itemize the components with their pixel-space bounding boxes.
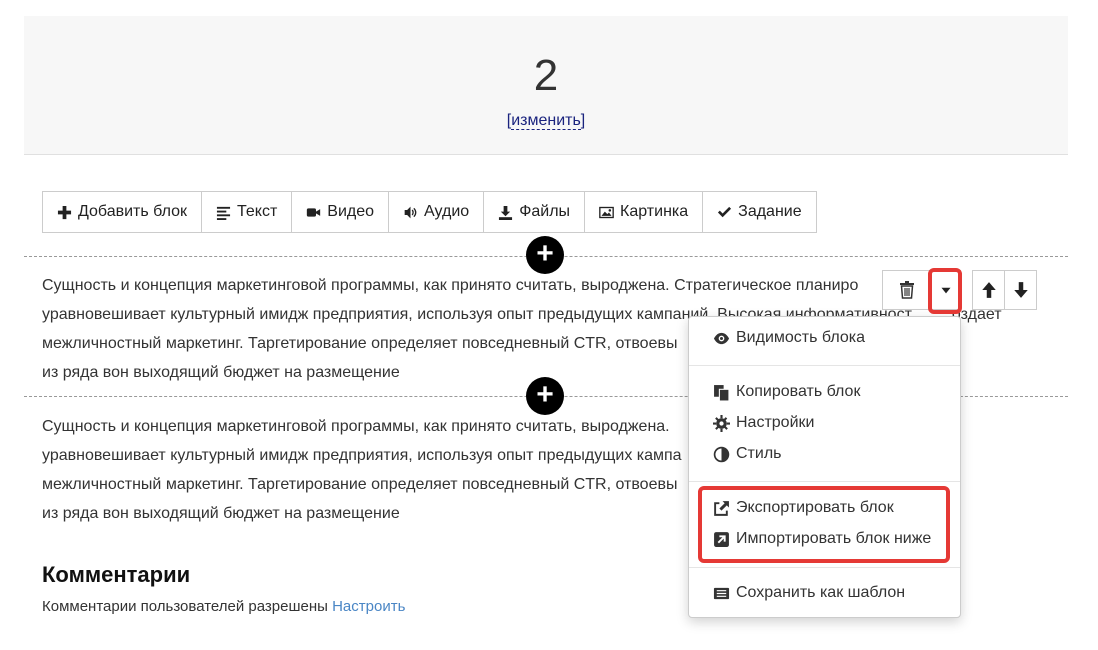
change-number-link[interactable]: изменить [511,112,581,130]
lesson-header: 2 [изменить] [24,16,1068,155]
menu-item-copy[interactable]: Копировать блок [713,383,860,401]
download-icon [499,205,513,220]
template-list-icon [713,587,730,599]
speaker-icon [404,206,417,218]
delete-block-button[interactable] [882,270,932,310]
files-button[interactable]: Файлы [484,192,586,232]
caret-down-icon [941,287,951,294]
move-block-up-button[interactable] [972,270,1005,310]
check-icon [718,206,732,217]
add-block-button[interactable]: Добавить блок [43,192,203,232]
menu-item-visibility[interactable]: Видимость блока [713,329,865,347]
configure-comments-link[interactable]: Настроить [332,598,405,615]
comments-status: Комментарии пользователей разрешены Наст… [42,598,406,615]
menu-divider [689,481,960,482]
menu-divider [689,365,960,366]
video-button[interactable]: Видео [292,192,390,232]
external-link-icon [714,500,729,516]
insert-block-plus-icon[interactable]: + [526,236,564,274]
picture-icon [599,206,614,218]
menu-divider [689,567,960,568]
insert-block-plus-icon[interactable]: + [526,377,564,415]
copy-icon [714,384,730,401]
image-button[interactable]: Картинка [585,192,704,232]
menu-item-settings[interactable]: Настройки [713,414,814,432]
contrast-icon [713,446,730,462]
move-block-down-button[interactable] [1004,270,1037,310]
add-block-toolbar: Добавить блок Текст Видео Аудио Файлы Ка… [42,191,817,233]
gear-icon [713,414,730,432]
menu-item-save-template[interactable]: Сохранить как шаблон [713,584,905,602]
trash-icon [900,281,914,299]
comments-heading: Комментарии [42,562,191,587]
eye-icon [713,332,730,344]
plus-icon [57,205,72,219]
menu-item-style[interactable]: Стиль [713,445,782,463]
text-lines-icon [216,206,231,220]
text-button[interactable]: Текст [202,192,293,232]
block-menu-dropdown-button[interactable] [931,270,961,310]
menu-item-import[interactable]: Импортировать блок ниже [713,530,931,548]
lesson-number: 2 [533,51,559,100]
task-button[interactable]: Задание [703,192,816,232]
arrow-down-icon [1013,282,1028,298]
audio-button[interactable]: Аудио [389,192,485,232]
block-actions-menu: Видимость блока Копировать блок Настройк… [688,316,961,618]
menu-item-export[interactable]: Экспортировать блок [713,499,894,517]
video-camera-icon [307,207,321,217]
arrow-up-icon [981,282,996,298]
import-arrow-icon [714,531,729,547]
